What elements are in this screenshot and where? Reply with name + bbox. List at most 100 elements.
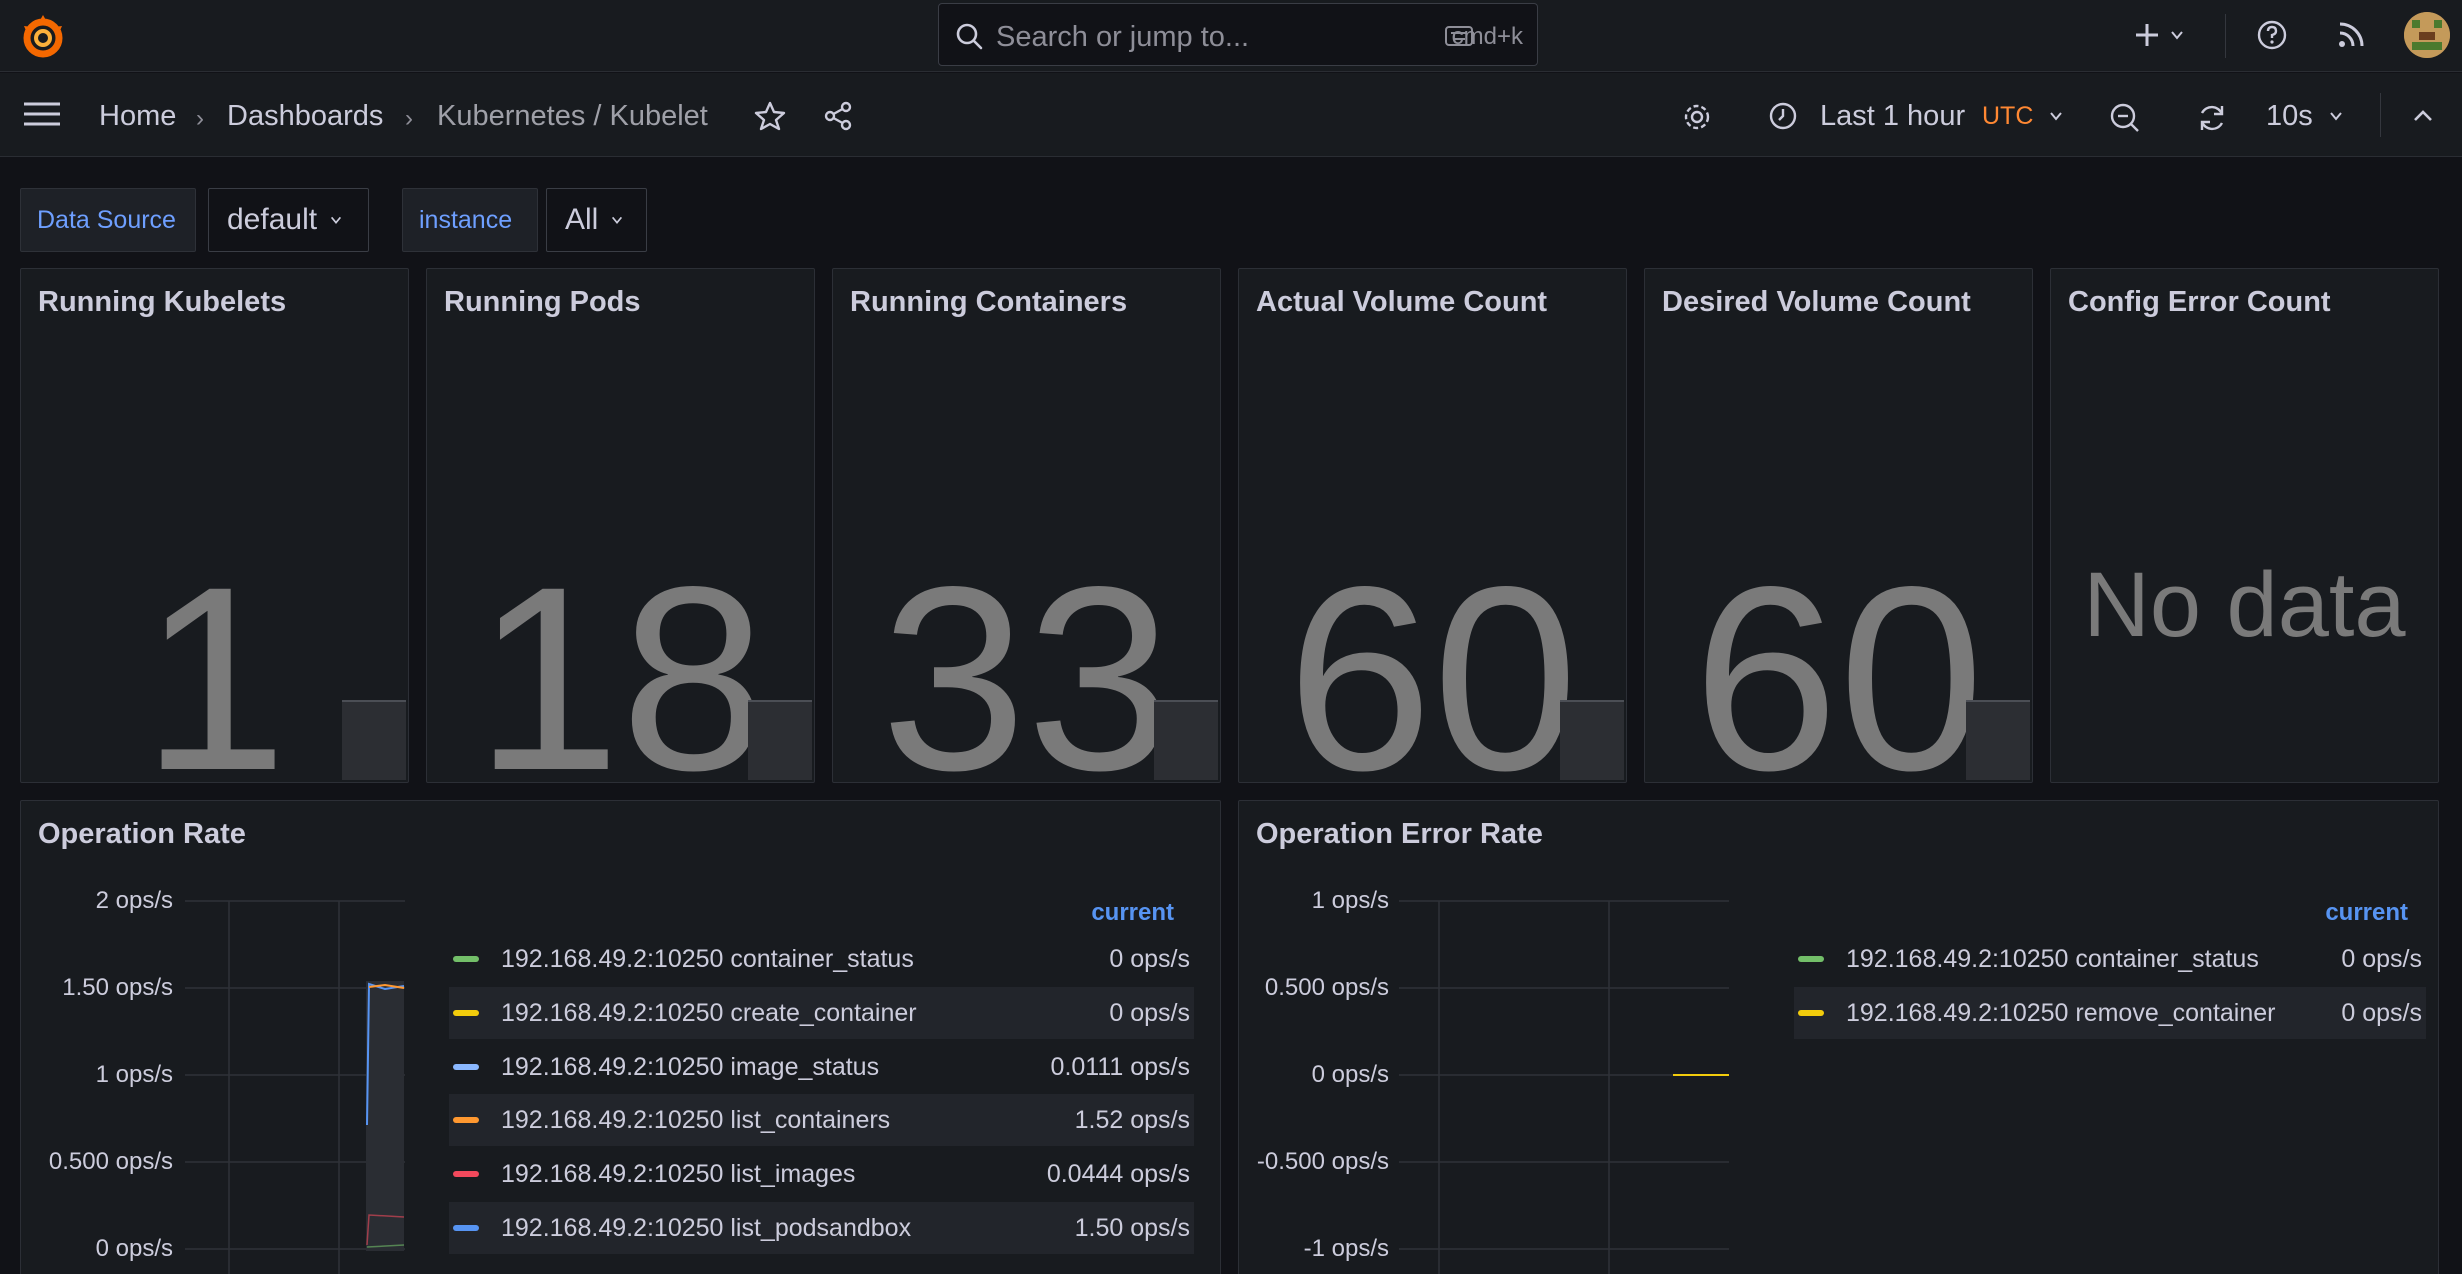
breadcrumb-home[interactable]: Home (99, 100, 176, 133)
help-button[interactable] (2254, 17, 2290, 53)
legend-row[interactable]: 192.168.49.2:10250 container_status 0 op… (1794, 933, 2426, 985)
breadcrumb-separator-icon: › (196, 105, 204, 132)
series-name: 192.168.49.2:10250 remove_container (1846, 999, 2276, 1027)
collapse-button[interactable] (2408, 101, 2438, 131)
panel-title: Actual Volume Count (1256, 286, 1548, 318)
series-current-value: 0.0111 ops/s (1050, 1053, 1190, 1081)
y-axis-tick: 0 ops/s (1311, 1061, 1389, 1088)
avatar-image (2404, 12, 2450, 58)
stat-panel-running-pods[interactable]: Running Pods 18 (426, 268, 815, 783)
legend-row[interactable]: 192.168.49.2:10250 image_status 0.0111 o… (449, 1041, 1194, 1093)
stat-panel-desired-volume-count[interactable]: Desired Volume Count 60 (1644, 268, 2033, 783)
sparkline (1154, 700, 1218, 780)
y-axis-tick: 1.50 ops/s (62, 974, 173, 1001)
y-axis-tick: -1 ops/s (1303, 1235, 1389, 1262)
legend-header-current[interactable]: current (1091, 899, 1174, 927)
series-color-swatch (1798, 1010, 1824, 1016)
gear-icon (1684, 104, 1710, 130)
series-current-value: 0 ops/s (1109, 999, 1190, 1027)
series-name: 192.168.49.2:10250 list_podsandbox (501, 1214, 912, 1242)
grafana-logo-icon[interactable] (18, 12, 68, 62)
chevron-down-icon (2171, 31, 2183, 40)
topbar-divider (2225, 14, 2226, 58)
panel-title: Running Containers (850, 286, 1128, 318)
refresh-icon (2200, 105, 2224, 131)
search-icon (956, 23, 983, 50)
series-color-swatch (453, 956, 479, 962)
hamburger-icon (24, 102, 60, 126)
panel-operation-error-rate[interactable]: Operation Error Rate 1 ops/s 0.500 ops/s… (1238, 800, 2439, 1274)
variable-label-instance: instance (402, 188, 538, 252)
refresh-button[interactable] (2195, 101, 2229, 135)
y-axis-tick: 1 ops/s (95, 1061, 173, 1088)
stat-panel-actual-volume-count[interactable]: Actual Volume Count 60 (1238, 268, 1627, 783)
nav-bar: Home › Dashboards › Kubernetes / Kubelet… (0, 73, 2462, 157)
no-data-message: No data (2083, 554, 2406, 656)
legend-header-current[interactable]: current (2325, 899, 2408, 927)
y-axis-tick: 0.500 ops/s (1264, 974, 1389, 1001)
menu-toggle-button[interactable] (22, 99, 62, 129)
chevron-down-icon (612, 216, 623, 224)
series-color-swatch (453, 1225, 479, 1231)
top-bar: Search or jump to... cmd+k (0, 0, 2462, 72)
share-icon (824, 101, 852, 131)
panel-title: Config Error Count (2068, 286, 2331, 318)
series-color-swatch (453, 1010, 479, 1016)
series-name: 192.168.49.2:10250 container_status (1846, 945, 2259, 973)
y-axis-tick: -0.500 ops/s (1256, 1148, 1389, 1175)
sparkline (1560, 700, 1624, 780)
legend-row[interactable]: 192.168.49.2:10250 list_containers 1.52 … (449, 1094, 1194, 1146)
chevron-up-icon (2414, 110, 2432, 121)
refresh-interval-label: 10s (2266, 100, 2313, 132)
y-axis-tick: 0 ops/s (95, 1235, 173, 1262)
series-current-value: 0 ops/s (2341, 999, 2422, 1027)
help-icon (2257, 20, 2287, 50)
series-current-value: 1.50 ops/s (1074, 1214, 1190, 1242)
sparkline (748, 700, 812, 780)
share-button[interactable] (821, 99, 855, 133)
refresh-interval-picker[interactable]: 10s (2262, 91, 2352, 141)
breadcrumb-current: Kubernetes / Kubelet (437, 100, 708, 132)
time-range-picker[interactable]: Last 1 hour UTC (1768, 91, 2068, 141)
breadcrumb-dashboards[interactable]: Dashboards (227, 100, 383, 133)
zoom-out-button[interactable] (2108, 101, 2142, 135)
variable-label-datasource: Data Source (20, 188, 196, 252)
panel-operation-rate[interactable]: Operation Rate 2 ops/s 1.50 ops/s 1 ops/… (20, 800, 1221, 1274)
plus-icon (2136, 24, 2158, 46)
chevron-down-icon (2330, 112, 2342, 121)
new-button[interactable] (2130, 16, 2188, 54)
sparkline (342, 700, 406, 780)
legend-row[interactable]: 192.168.49.2:10250 list_images 0.0444 op… (449, 1148, 1194, 1200)
search-shortcut: cmd+k (1451, 23, 1523, 50)
series-current-value: 1.52 ops/s (1074, 1106, 1190, 1134)
stat-panel-running-containers[interactable]: Running Containers 33 (832, 268, 1221, 783)
series-color-swatch (453, 1064, 479, 1070)
search-bar[interactable]: Search or jump to... cmd+k (938, 3, 1538, 66)
series-name: 192.168.49.2:10250 list_containers (501, 1106, 891, 1134)
series-color-swatch (1798, 956, 1824, 962)
rss-icon (2339, 22, 2364, 47)
panel-title: Desired Volume Count (1662, 286, 1971, 318)
dashboard-settings-button[interactable] (1680, 100, 1714, 134)
legend-row[interactable]: 192.168.49.2:10250 remove_container 0 op… (1794, 987, 2426, 1039)
legend-row[interactable]: 192.168.49.2:10250 list_podsandbox 1.50 … (449, 1202, 1194, 1254)
stat-panel-running-kubelets[interactable]: Running Kubelets 1 (20, 268, 409, 783)
chevron-down-icon (2050, 112, 2062, 121)
news-button[interactable] (2333, 17, 2369, 53)
variable-select-instance[interactable]: All (546, 188, 647, 252)
variable-select-datasource[interactable]: default (208, 188, 369, 252)
stat-panel-config-error-count[interactable]: Config Error Count No data (2050, 268, 2439, 783)
legend-row[interactable]: 192.168.49.2:10250 container_status 0 op… (449, 933, 1194, 985)
panel-title: Running Pods (444, 286, 641, 318)
panel-title: Operation Rate (38, 818, 246, 850)
user-avatar[interactable] (2404, 12, 2450, 58)
time-range-label: Last 1 hour (1820, 100, 1966, 132)
series-name: 192.168.49.2:10250 container_status (501, 945, 914, 973)
favorite-button[interactable] (753, 99, 787, 133)
clock-icon (1769, 102, 1797, 130)
legend-row[interactable]: 192.168.49.2:10250 create_container 0 op… (449, 987, 1194, 1039)
series-name: 192.168.49.2:10250 image_status (501, 1053, 880, 1081)
series-current-value: 0 ops/s (2341, 945, 2422, 973)
variable-value: All (565, 203, 599, 236)
operation-error-rate-graph (1399, 900, 1729, 1274)
